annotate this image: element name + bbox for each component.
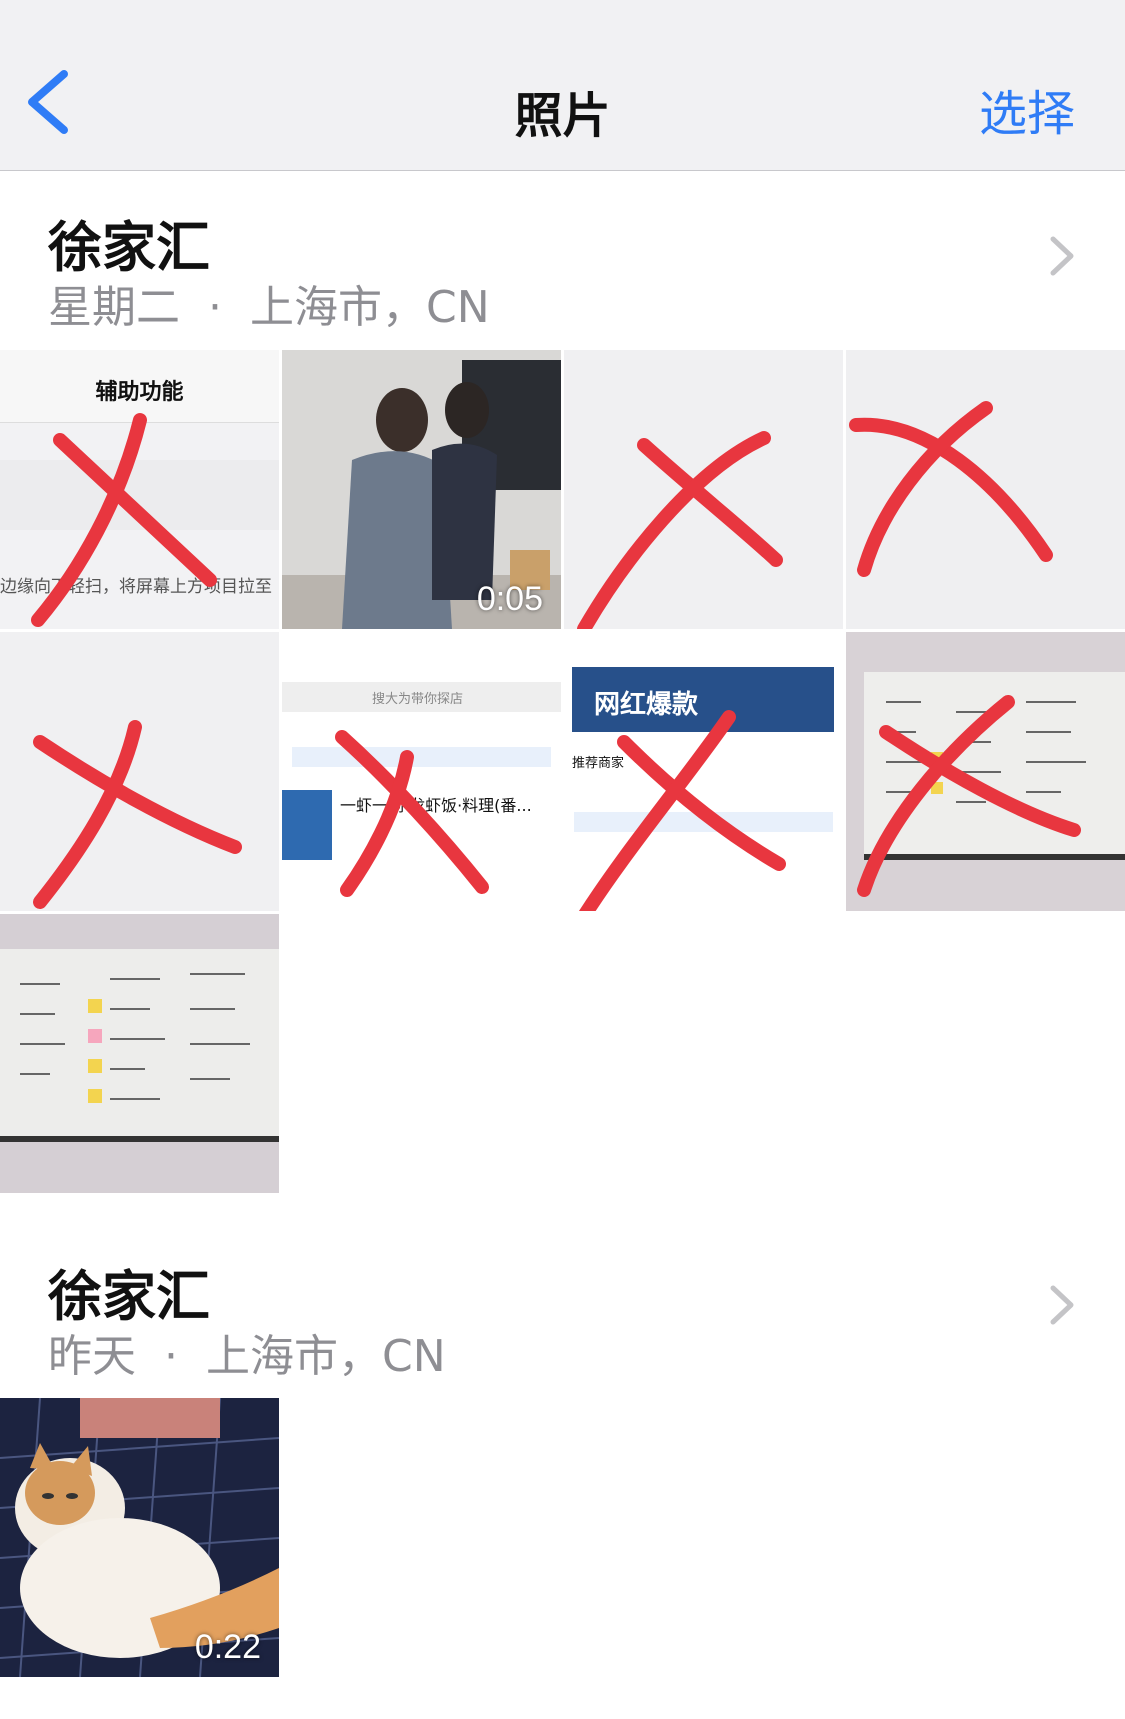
photo-thumbnail[interactable]: 辅助功能 边缘向下轻扫，将屏幕上方项目拉至 [0, 350, 279, 629]
moment-date: 星期二 [48, 282, 180, 333]
screenshot-text: 搜大为带你探店 [372, 692, 464, 707]
video-duration: 0:22 [194, 1628, 261, 1666]
photo-thumbnail[interactable]: 一虾一刻·龙虾饭·料理(番... 搜大为带你探店 [282, 632, 561, 911]
navigation-bar: 照片 选择 [0, 0, 1125, 171]
photo-thumbnail[interactable] [846, 632, 1125, 911]
video-duration: 0:05 [476, 580, 543, 618]
screenshot-text: 边缘向下轻扫，将屏幕上方项目拉至 [0, 577, 272, 597]
screenshot-text: 推荐商家 [572, 756, 625, 771]
chevron-right-icon [1050, 1285, 1074, 1325]
photo-thumbnail[interactable] [0, 632, 279, 911]
red-cross-mark [849, 401, 1053, 577]
moment-place: 上海市，CN [205, 1331, 446, 1382]
screenshot-title: 网红爆款 [594, 690, 699, 720]
video-thumbnail[interactable]: 0:22 [0, 1398, 279, 1677]
moment-place: 上海市，CN [249, 282, 490, 333]
photo-thumbnail[interactable] [846, 350, 1125, 629]
separator-dot: · [163, 1331, 178, 1382]
separator-dot: · [207, 282, 222, 333]
moment-header[interactable]: 徐家汇 昨天 · 上海市，CN [0, 1220, 1125, 1390]
photo-thumbnail[interactable] [0, 914, 279, 1193]
select-button[interactable]: 选择 [979, 74, 1075, 144]
red-cross-mark [577, 431, 783, 629]
screenshot-title: 一虾一刻·龙虾饭·料理(番... [340, 796, 532, 815]
red-cross-mark [335, 730, 489, 897]
moment-header[interactable]: 徐家汇 星期二 · 上海市，CN [0, 171, 1125, 341]
moment-subtitle: 星期二 · 上海市，CN [48, 271, 490, 335]
moment-date: 昨天 [48, 1331, 136, 1382]
page-title: 照片 [514, 88, 611, 144]
screenshot-title: 辅助功能 [95, 380, 184, 405]
video-thumbnail[interactable]: 0:05 [282, 350, 561, 629]
photo-thumbnail[interactable]: 网红爆款 推荐商家 [564, 632, 843, 911]
moment-subtitle: 昨天 · 上海市，CN [48, 1320, 446, 1384]
photo-thumbnail[interactable] [564, 350, 843, 629]
whiteboard-image [846, 632, 1125, 911]
whiteboard-image [0, 914, 279, 1193]
red-cross-mark [33, 720, 242, 909]
chevron-right-icon [1050, 236, 1074, 276]
